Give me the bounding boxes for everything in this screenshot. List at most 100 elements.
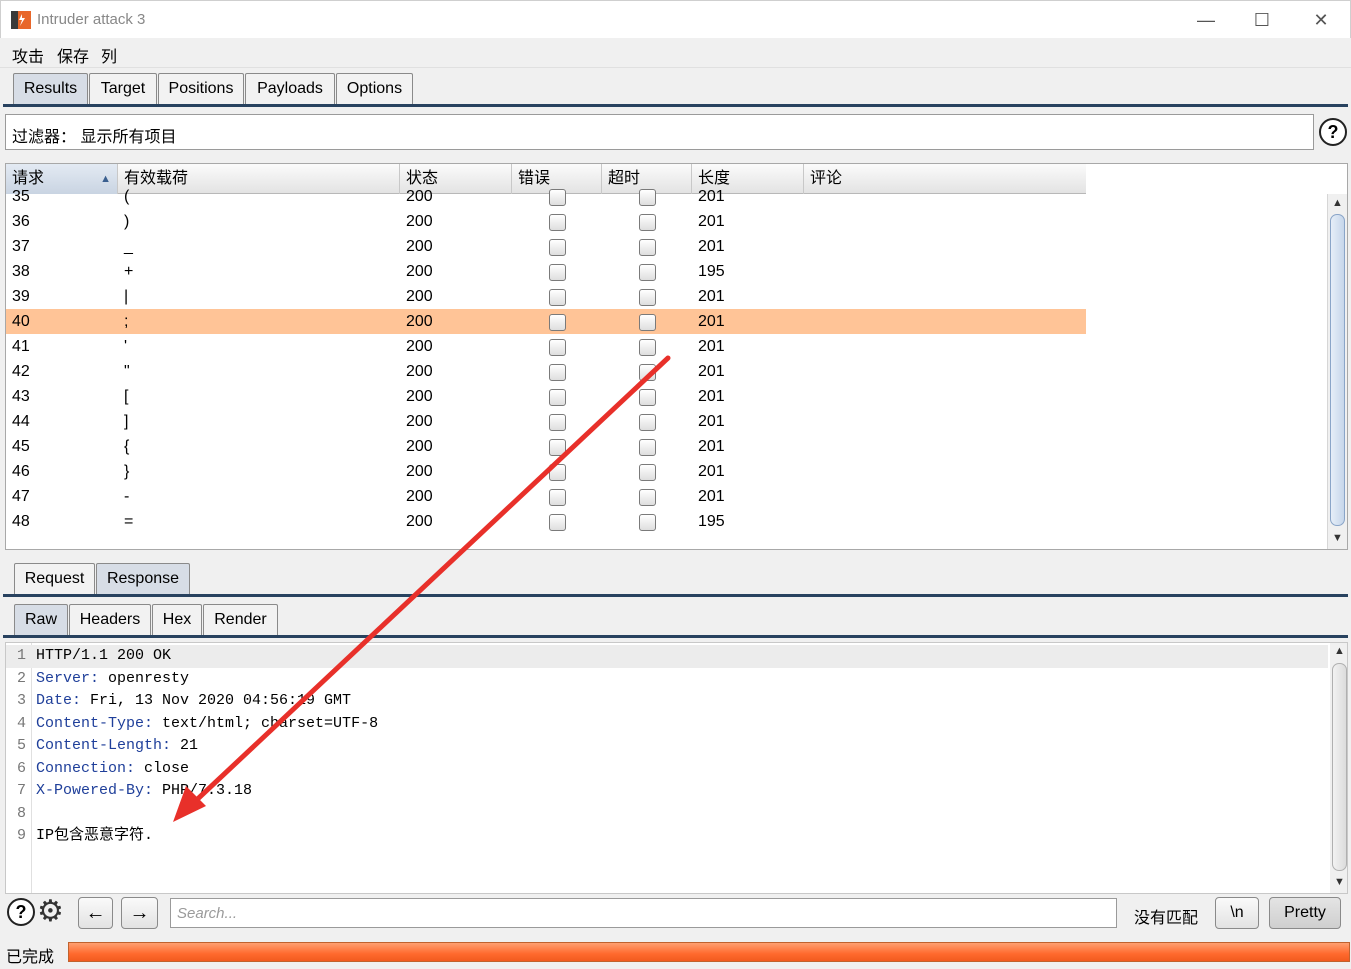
response-line: 3 Date: Fri, 13 Nov 2020 04:56:19 GMT <box>6 690 1328 713</box>
tab-results[interactable]: Results <box>13 73 88 105</box>
table-row[interactable]: 43 [200 201 <box>6 384 1086 409</box>
table-row[interactable]: 45 {200 201 <box>6 434 1086 459</box>
timeout-checkbox <box>639 414 656 431</box>
message-tab-underline <box>3 594 1348 597</box>
cell-payload: _ <box>124 238 133 255</box>
status-text: 已完成 <box>6 949 55 966</box>
table-row[interactable]: 37 _ 200 201 <box>6 234 1086 259</box>
cell-payload: [ <box>124 388 129 405</box>
close-button[interactable]: ✕ <box>1306 7 1336 33</box>
table-row[interactable]: 48 = 200 195 <box>6 509 1086 534</box>
cell-status: 200 <box>406 463 433 480</box>
table-row[interactable]: 46} 200 201 <box>6 459 1086 484</box>
error-checkbox <box>549 439 566 456</box>
search-help-icon[interactable]: ? <box>7 898 35 926</box>
table-row[interactable]: 35 (200 201 <box>6 184 1086 209</box>
help-icon[interactable]: ? <box>1319 118 1347 146</box>
header-value: text/html; charset=UTF-8 <box>153 714 379 732</box>
cell-status: 200 <box>406 188 433 205</box>
settings-gear-icon[interactable]: ⚙ <box>37 894 64 930</box>
newline-toggle-button[interactable]: \n <box>1215 897 1259 929</box>
header-name: Content-Length: <box>36 737 172 754</box>
header-value: 21 <box>171 737 199 754</box>
tab-options[interactable]: Options <box>336 73 413 105</box>
line-number: 6 <box>16 759 26 777</box>
main-tabs: Results Target Positions Payloads Option… <box>0 72 1351 108</box>
window-title: Intruder attack 3 <box>37 11 146 28</box>
cell-request: 45 <box>12 438 30 455</box>
table-row[interactable]: 44] 200 201 <box>6 409 1086 434</box>
line-content: Content-Length: 21 <box>36 735 198 758</box>
response-scrollbar[interactable]: ▲ ▼ <box>1330 643 1347 893</box>
scroll-up-icon[interactable]: ▲ <box>1332 197 1343 209</box>
menu-save[interactable]: 保存 <box>57 43 89 67</box>
response-line: 6 Connection: close <box>6 758 1328 781</box>
tab-hex[interactable]: Hex <box>152 604 202 636</box>
table-scrollbar[interactable]: ▲ ▼ <box>1327 194 1347 549</box>
cell-status: 200 <box>406 238 433 255</box>
error-checkbox <box>549 339 566 356</box>
cell-length: 201 <box>698 288 725 305</box>
minimize-button[interactable]: — <box>1191 7 1221 33</box>
response-line: 1 HTTP/1.1 200 OK <box>6 645 1328 668</box>
tab-positions[interactable]: Positions <box>158 73 244 105</box>
search-input[interactable] <box>170 898 1117 928</box>
menu-columns[interactable]: 列 <box>101 43 117 67</box>
table-scroll-thumb[interactable] <box>1330 214 1345 526</box>
results-table: 请求 ▲ 有效载荷 状态 错误 超时 长度 评论 35(200 201 36) 200 2… <box>5 163 1348 550</box>
table-row[interactable]: 41 ' 200 201 <box>6 334 1086 359</box>
line-number: 2 <box>16 669 26 687</box>
cell-payload: ' <box>124 338 128 355</box>
pretty-toggle-button[interactable]: Pretty <box>1269 897 1341 929</box>
cell-payload: = <box>124 513 134 530</box>
response-scroll-thumb[interactable] <box>1332 663 1347 871</box>
table-row[interactable]: 36) 200 201 <box>6 209 1086 234</box>
timeout-checkbox <box>639 514 656 531</box>
table-row[interactable]: 47 - 200 201 <box>6 484 1086 509</box>
cell-payload: ( <box>124 188 130 205</box>
next-match-button[interactable]: → <box>121 897 158 929</box>
error-checkbox <box>549 314 566 331</box>
cell-request: 35 <box>12 188 30 205</box>
table-row[interactable]: 42 " 200 201 <box>6 359 1086 384</box>
previous-match-button[interactable]: ← <box>78 897 113 929</box>
filter-bar[interactable]: 过滤器： 显示所有项目 <box>5 114 1314 150</box>
cell-request: 42 <box>12 363 30 380</box>
tab-target[interactable]: Target <box>89 73 157 105</box>
error-checkbox <box>549 489 566 506</box>
cell-status: 200 <box>406 363 433 380</box>
error-checkbox <box>549 264 566 281</box>
menu-bar: 攻击 保存 列 <box>0 38 1351 68</box>
response-line: 2 Server: openresty <box>6 668 1328 691</box>
header-value: PHP/7.3.18 <box>153 782 253 799</box>
tab-render[interactable]: Render <box>203 604 278 636</box>
tab-request[interactable]: Request <box>14 563 95 595</box>
maximize-button[interactable]: ☐ <box>1247 7 1277 33</box>
tab-payloads[interactable]: Payloads <box>245 73 335 105</box>
response-line: 8 <box>6 803 1328 826</box>
scroll-down-icon[interactable]: ▼ <box>1332 532 1343 544</box>
response-scroll-down-icon[interactable]: ▼ <box>1334 876 1345 888</box>
tab-raw[interactable]: Raw <box>14 604 68 636</box>
message-tabs: Request Response <box>0 561 1351 597</box>
cell-request: 44 <box>12 413 30 430</box>
burp-app-icon <box>11 11 31 29</box>
error-checkbox <box>549 239 566 256</box>
menu-attack[interactable]: 攻击 <box>12 43 44 67</box>
line-content: Server: openresty <box>36 668 189 691</box>
line-content: X-Powered-By: PHP/7.3.18 <box>36 780 252 803</box>
timeout-checkbox <box>639 239 656 256</box>
table-row[interactable]: 38 +200 195 <box>6 259 1086 284</box>
response-editor[interactable]: 1 HTTP/1.1 200 OK 2 Server: openresty 3 Date:… <box>5 642 1348 894</box>
tab-response[interactable]: Response <box>96 563 190 595</box>
table-row[interactable]: 40; 200 201 <box>6 309 1086 334</box>
timeout-checkbox <box>639 389 656 406</box>
cell-status: 200 <box>406 263 433 280</box>
search-bar: ? ⚙ ← → 没有匹配 \n Pretty <box>0 894 1351 934</box>
timeout-checkbox <box>639 439 656 456</box>
cell-payload: - <box>124 488 130 505</box>
response-scroll-up-icon[interactable]: ▲ <box>1334 645 1345 657</box>
table-row[interactable]: 39 | 200 201 <box>6 284 1086 309</box>
response-line: 9 IP包含恶意字符. <box>6 825 1328 848</box>
tab-headers[interactable]: Headers <box>69 604 151 636</box>
